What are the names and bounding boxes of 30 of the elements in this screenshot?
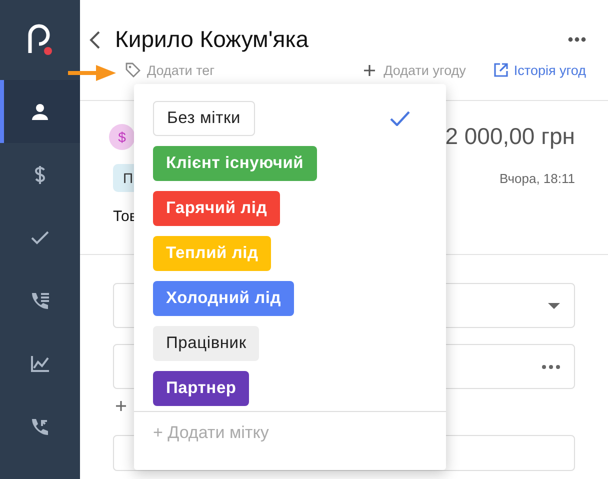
phone-callback-icon bbox=[30, 416, 50, 436]
tag-option[interactable]: Без мітки bbox=[153, 101, 254, 136]
phone-list-icon bbox=[30, 290, 50, 310]
more-icon[interactable] bbox=[568, 37, 586, 42]
tag-option[interactable]: Гарячий лід bbox=[153, 191, 280, 226]
deal-history-link[interactable]: Історія угод bbox=[514, 62, 586, 78]
contact-name: Кирило Кожум'яка bbox=[115, 26, 310, 53]
check-icon bbox=[31, 230, 49, 244]
add-tag-link[interactable]: Додати тег bbox=[147, 62, 364, 78]
person-icon bbox=[31, 102, 49, 120]
more-icon[interactable] bbox=[542, 364, 560, 368]
pointer-arrow-icon bbox=[68, 65, 116, 81]
add-label-link[interactable]: + Додати мітку bbox=[153, 423, 269, 443]
deal-amount: 2 000,00 грн bbox=[445, 123, 575, 150]
sidebar-item[interactable] bbox=[0, 80, 80, 143]
back-icon[interactable] bbox=[89, 30, 101, 50]
tag-option[interactable]: Працівник bbox=[153, 326, 260, 361]
dropdown-caret-icon bbox=[548, 302, 560, 308]
add-deal-link[interactable]: Додати угоду bbox=[384, 62, 466, 78]
deal-date: Вчора, 18:11 bbox=[500, 170, 575, 186]
external-link-icon bbox=[494, 63, 508, 77]
tag-option[interactable]: Партнер bbox=[153, 371, 250, 406]
plus-icon bbox=[116, 401, 126, 411]
tag-option[interactable]: Клієнт існуючий bbox=[153, 146, 317, 181]
tag-icon bbox=[125, 62, 141, 78]
tag-option[interactable]: Холодний лід bbox=[153, 281, 294, 316]
plus-icon bbox=[364, 64, 375, 76]
dollar-coin-icon: $ bbox=[109, 124, 135, 150]
dollar-icon bbox=[34, 164, 46, 184]
chart-icon bbox=[30, 354, 50, 372]
